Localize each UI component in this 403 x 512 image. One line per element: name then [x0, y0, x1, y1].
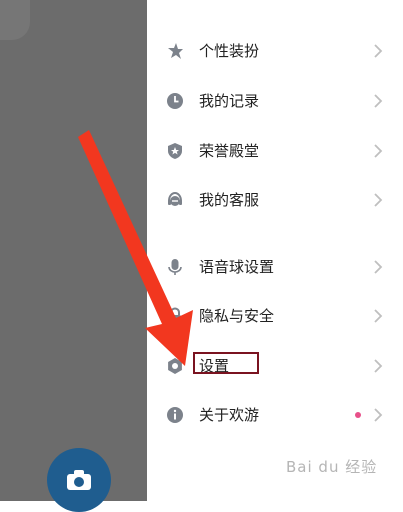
menu-item-label: 我的记录	[199, 92, 260, 110]
menu-item-about[interactable]: 关于欢游	[147, 395, 403, 435]
menu-item-voice-ball-settings[interactable]: 语音球设置	[147, 247, 403, 287]
background-shape	[0, 0, 30, 40]
menu-item-label: 荣誉殿堂	[199, 142, 260, 160]
notification-dot	[355, 412, 361, 418]
chevron-right-icon	[374, 44, 383, 58]
side-drawer-menu: 个性装扮 我的记录 荣誉殿堂 我的客服 语音球设置 隐私与安全 设置 关于欢游	[147, 0, 403, 501]
chevron-right-icon	[374, 260, 383, 274]
menu-item-label: 语音球设置	[199, 258, 275, 276]
menu-item-customer-service[interactable]: 我的客服	[147, 180, 403, 220]
microphone-icon	[165, 257, 185, 277]
gear-icon	[165, 356, 185, 376]
menu-item-settings[interactable]: 设置	[147, 346, 403, 386]
menu-item-label: 关于欢游	[199, 406, 260, 424]
menu-item-label: 隐私与安全	[199, 307, 275, 325]
chevron-right-icon	[374, 309, 383, 323]
headset-icon	[165, 190, 185, 210]
menu-item-my-records[interactable]: 我的记录	[147, 81, 403, 121]
star-icon	[165, 41, 185, 61]
chevron-right-icon	[374, 359, 383, 373]
settings-highlight-box	[193, 352, 259, 374]
menu-item-label: 个性装扮	[199, 42, 260, 60]
clock-icon	[165, 91, 185, 111]
chevron-right-icon	[374, 94, 383, 108]
menu-item-label: 我的客服	[199, 191, 260, 209]
dimmed-background[interactable]	[0, 0, 147, 501]
chevron-right-icon	[374, 408, 383, 422]
camera-icon	[67, 470, 91, 490]
chevron-right-icon	[374, 144, 383, 158]
menu-item-dress-up[interactable]: 个性装扮	[147, 31, 403, 71]
chevron-right-icon	[374, 193, 383, 207]
camera-button[interactable]	[47, 448, 111, 512]
menu-item-hall-of-honor[interactable]: 荣誉殿堂	[147, 131, 403, 171]
watermark: Bai du 经验	[286, 458, 378, 476]
lock-icon	[165, 306, 185, 326]
info-icon	[165, 405, 185, 425]
menu-item-privacy-security[interactable]: 隐私与安全	[147, 296, 403, 336]
shield-icon	[165, 141, 185, 161]
